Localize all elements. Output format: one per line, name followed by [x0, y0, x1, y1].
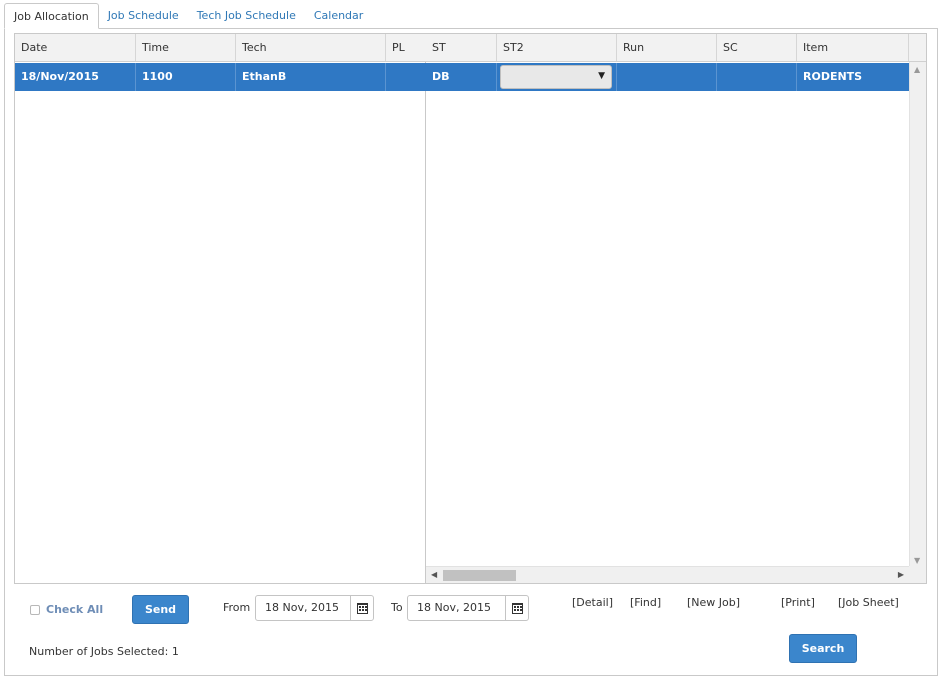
scroll-up-icon[interactable]: ▲ — [914, 65, 920, 74]
to-calendar-button[interactable] — [505, 596, 528, 620]
frozen-header: Date Time Tech PL — [15, 34, 426, 62]
header-sc[interactable]: SC — [717, 34, 797, 61]
job-sheet-link[interactable]: [Job Sheet] — [838, 596, 899, 609]
jobs-selected-count: Number of Jobs Selected: 1 — [29, 645, 179, 658]
header-pl[interactable]: PL — [386, 34, 426, 61]
new-job-link[interactable]: [New Job] — [687, 596, 740, 609]
header-item[interactable]: Item — [797, 34, 909, 61]
table-row[interactable]: 18/Nov/2015 1100 EthanB — [15, 63, 426, 91]
tab-tech-job-schedule[interactable]: Tech Job Schedule — [188, 3, 305, 29]
frozen-columns: Date Time Tech PL 18/Nov/2015 1100 Ethan… — [15, 34, 426, 583]
cell-tech: EthanB — [236, 63, 386, 91]
calendar-icon — [356, 602, 368, 614]
cell-sc — [717, 63, 797, 91]
tab-bar: Job Allocation Job Schedule Tech Job Sch… — [4, 3, 372, 29]
calendar-icon — [511, 602, 523, 614]
cell-run — [617, 63, 717, 91]
tab-job-allocation[interactable]: Job Allocation — [4, 3, 99, 29]
header-tech[interactable]: Tech — [236, 34, 386, 61]
send-button[interactable]: Send — [132, 595, 189, 624]
job-grid: Date Time Tech PL 18/Nov/2015 1100 Ethan… — [14, 33, 927, 584]
from-date-value: 18 Nov, 2015 — [265, 601, 339, 614]
tab-calendar[interactable]: Calendar — [305, 3, 372, 29]
scroll-left-icon[interactable]: ◀ — [431, 570, 437, 579]
scroll-right-icon[interactable]: ▶ — [898, 570, 904, 579]
header-run[interactable]: Run — [617, 34, 717, 61]
cell-pl — [386, 63, 426, 91]
st2-select[interactable]: ▼ — [500, 65, 612, 89]
scroll-down-icon[interactable]: ▼ — [914, 556, 920, 565]
from-calendar-button[interactable] — [350, 596, 373, 620]
check-all[interactable]: Check All — [30, 603, 103, 616]
print-link[interactable]: [Print] — [781, 596, 815, 609]
find-link[interactable]: [Find] — [630, 596, 661, 609]
scroll-columns: ST ST2 Run SC Item DB ▼ RODENTS — [426, 34, 909, 583]
check-all-checkbox[interactable] — [30, 604, 40, 615]
cell-st: DB — [426, 63, 497, 91]
scrollbar-corner — [909, 566, 926, 583]
header-st2[interactable]: ST2 — [497, 34, 617, 61]
vertical-scrollbar[interactable]: ▲ ▼ — [909, 62, 926, 568]
tab-job-schedule[interactable]: Job Schedule — [99, 3, 188, 29]
header-corner — [909, 34, 926, 62]
scrollbar-thumb[interactable] — [443, 570, 516, 581]
cell-date: 18/Nov/2015 — [15, 63, 136, 91]
header-time[interactable]: Time — [136, 34, 236, 61]
cell-item: RODENTS — [803, 70, 863, 83]
from-label: From — [223, 601, 251, 614]
header-st[interactable]: ST — [426, 34, 497, 61]
to-label: To — [391, 601, 403, 614]
check-all-label[interactable]: Check All — [46, 603, 103, 616]
to-date-field[interactable]: 18 Nov, 2015 — [407, 595, 529, 621]
search-button[interactable]: Search — [789, 634, 857, 663]
scroll-header: ST ST2 Run SC Item — [426, 34, 909, 62]
from-date-field[interactable]: 18 Nov, 2015 — [255, 595, 374, 621]
caret-down-icon: ▼ — [598, 71, 605, 81]
cell-time: 1100 — [136, 63, 236, 91]
to-date-value: 18 Nov, 2015 — [417, 601, 491, 614]
table-row[interactable]: DB ▼ RODENTS — [426, 63, 909, 91]
header-date[interactable]: Date — [15, 34, 136, 61]
horizontal-scrollbar[interactable]: ◀ ▶ — [426, 566, 909, 583]
detail-link[interactable]: [Detail] — [572, 596, 613, 609]
